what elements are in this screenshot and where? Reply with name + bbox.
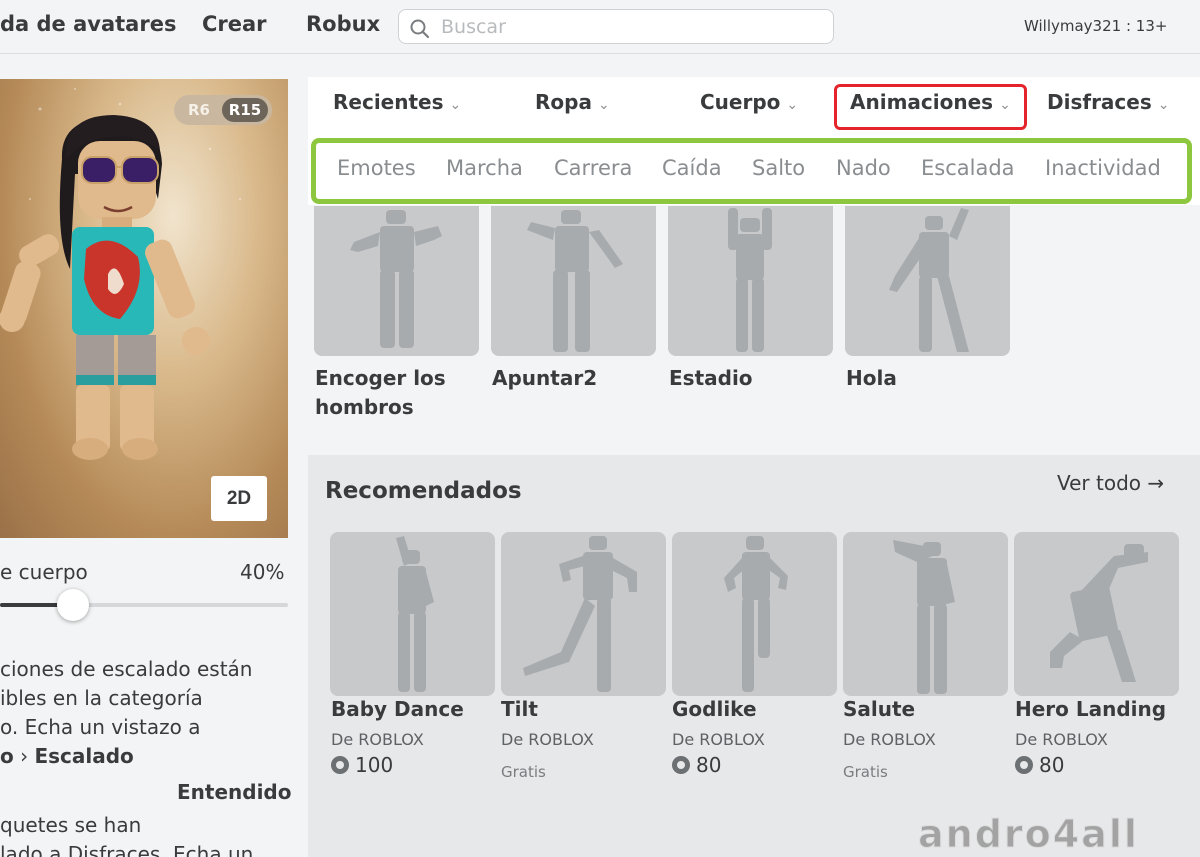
recommended-item-name[interactable]: Baby Dance: [331, 697, 464, 721]
tab-label: Disfraces: [1047, 90, 1152, 114]
rig-type-toggle[interactable]: R6 R15: [174, 95, 272, 125]
item-name-line-1[interactable]: Encoger los: [315, 364, 446, 393]
recommended-item-thumbnail[interactable]: [330, 532, 495, 696]
info-line-1: ciones de escalado están: [0, 657, 253, 681]
chevron-down-icon: ⌄: [786, 97, 799, 113]
price-value: 80: [1039, 753, 1065, 777]
item-thumbnail[interactable]: [491, 206, 656, 356]
recommended-item-thumbnail[interactable]: [501, 532, 666, 696]
chevron-down-icon: ⌄: [1157, 97, 1170, 113]
info-line-6: lado a Disfraces. Echa un: [0, 842, 254, 857]
emote-figure-icon: [523, 536, 637, 692]
recommended-item-price: 80: [1015, 753, 1064, 777]
emote-figure-icon: [893, 540, 955, 694]
body-scale-slider-handle[interactable]: [57, 589, 90, 621]
recommended-item-creator[interactable]: De ROBLOX: [672, 730, 765, 749]
recommended-item-thumbnail[interactable]: [843, 532, 1008, 696]
recommended-item-creator[interactable]: De ROBLOX: [1015, 730, 1108, 749]
subcategory-highlight-box: [311, 138, 1192, 204]
recommended-item-free-label: Gratis: [501, 763, 546, 781]
price-value: 100: [355, 753, 394, 777]
nav-avatar-shop-link[interactable]: da de avatares: [0, 12, 176, 36]
info-line-5: quetes se han: [0, 813, 142, 837]
info-line-2: ibles en la categoría: [0, 686, 203, 710]
item-name-line-1[interactable]: Hola: [846, 364, 897, 393]
recommended-item-creator[interactable]: De ROBLOX: [843, 730, 936, 749]
tab-cuerpo[interactable]: Cuerpo ⌄: [700, 90, 798, 114]
body-scale-label: e cuerpo: [0, 560, 88, 584]
chevron-down-icon: ⌄: [597, 97, 610, 113]
emote-figure-icon: [350, 210, 442, 348]
top-nav-bar: da de avatares Crear Robux Willymay321 :…: [0, 0, 1200, 54]
item-name-line-1[interactable]: Apuntar2: [492, 364, 597, 393]
r15-option[interactable]: R15: [222, 98, 268, 122]
recommended-item-thumbnail[interactable]: [672, 532, 837, 696]
body-scale-slider-track[interactable]: [0, 603, 288, 607]
emote-figure-icon: [728, 208, 772, 352]
recommended-item-price: 100: [331, 753, 393, 777]
scaling-link[interactable]: Escalado: [34, 744, 133, 768]
watermark-logo: andro4all: [918, 812, 1139, 857]
robux-icon: [1015, 756, 1033, 774]
nav-create-link[interactable]: Crear: [202, 12, 267, 36]
tab-label: Recientes: [333, 90, 444, 114]
recommended-item-free-label: Gratis: [843, 763, 888, 781]
avatar-preview[interactable]: R6 R15 2D: [0, 79, 288, 538]
robux-icon: [672, 756, 690, 774]
recommended-item-name[interactable]: Tilt: [501, 697, 538, 721]
info-line-4-prefix: o: [0, 744, 14, 768]
breadcrumb-separator: ›: [13, 744, 35, 768]
recommended-item-name[interactable]: Hero Landing: [1015, 697, 1166, 721]
nav-robux-link[interactable]: Robux: [306, 12, 380, 36]
recommended-item-thumbnail[interactable]: [1014, 532, 1179, 696]
tab-recientes[interactable]: Recientes ⌄: [333, 90, 461, 114]
robux-icon: [331, 756, 349, 774]
item-thumbnail[interactable]: [845, 206, 1010, 356]
emote-figure-icon: [889, 208, 969, 352]
item-thumbnail[interactable]: [314, 206, 479, 356]
tab-label: Cuerpo: [700, 90, 781, 114]
price-value: 80: [696, 753, 722, 777]
tab-ropa[interactable]: Ropa ⌄: [535, 90, 610, 114]
recommended-item-price: 80: [672, 753, 721, 777]
avatar-character: [0, 88, 241, 460]
view-2d-button[interactable]: 2D: [211, 476, 267, 521]
item-thumbnail[interactable]: [668, 206, 833, 356]
tab-label: Ropa: [535, 90, 592, 114]
info-line-3: o. Echa un vistazo a: [0, 715, 201, 739]
dismiss-button[interactable]: Entendido: [177, 780, 292, 804]
emote-figure-icon: [527, 210, 623, 352]
username-label[interactable]: Willymay321 : 13+: [1024, 17, 1167, 35]
info-line-4: o › Escalado: [0, 742, 134, 771]
see-all-link[interactable]: Ver todo →: [1057, 471, 1164, 495]
emote-figure-icon: [724, 536, 788, 692]
recommended-item-name[interactable]: Godlike: [672, 697, 757, 721]
emote-figure-icon: [396, 536, 434, 692]
r6-option[interactable]: R6: [180, 98, 218, 122]
recommended-item-creator[interactable]: De ROBLOX: [331, 730, 424, 749]
search-input[interactable]: [441, 12, 821, 41]
animations-highlight-box: [834, 84, 1027, 130]
item-name-line-1[interactable]: Estadio: [669, 364, 753, 393]
recommended-item-creator[interactable]: De ROBLOX: [501, 730, 594, 749]
tab-disfraces[interactable]: Disfraces ⌄: [1047, 90, 1169, 114]
emote-figure-icon: [1050, 544, 1148, 682]
body-scale-value: 40%: [240, 560, 285, 584]
chevron-down-icon: ⌄: [449, 97, 462, 113]
item-name-line-2[interactable]: hombros: [315, 393, 414, 422]
recommended-title: Recomendados: [325, 478, 522, 504]
search-icon: [410, 19, 430, 39]
search-box[interactable]: [398, 9, 834, 44]
recommended-item-name[interactable]: Salute: [843, 697, 915, 721]
